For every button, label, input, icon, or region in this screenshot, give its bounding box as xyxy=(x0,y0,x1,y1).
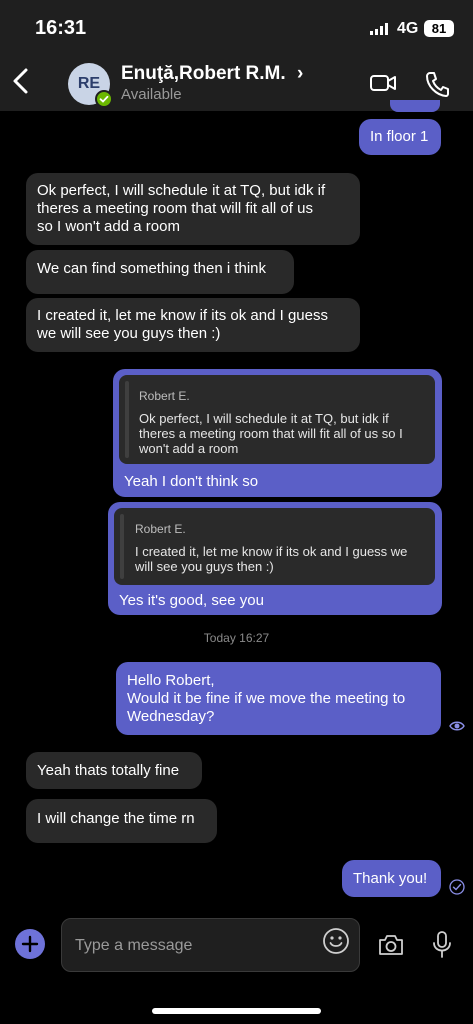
quote-text-line: I created it, let me know if its ok and … xyxy=(135,544,408,559)
status-bar: 16:31 4G 81 xyxy=(0,0,473,56)
delivered-check-icon xyxy=(449,879,465,895)
quoted-message[interactable]: Robert E. Ok perfect, I will schedule it… xyxy=(119,375,435,464)
message-text-line: I created it, let me know if its ok and … xyxy=(37,307,328,324)
emoji-icon[interactable] xyxy=(322,927,350,955)
contact-name-text: Enuţă,Robert R.M. xyxy=(121,63,286,84)
status-time: 16:31 xyxy=(35,17,87,39)
message-text: Yeah thats totally fine xyxy=(37,762,180,779)
quote-author: Robert E. xyxy=(139,389,190,403)
message-incoming[interactable]: I will change the time rn xyxy=(26,799,217,843)
message-text-line: Hello Robert, xyxy=(127,672,215,689)
contact-name[interactable]: Enuţă,Robert R.M. › xyxy=(121,63,303,85)
message-outgoing[interactable]: Thank you! xyxy=(342,860,441,897)
quote-bar xyxy=(120,514,124,579)
message-incoming[interactable]: Ok perfect, I will schedule it at TQ, bu… xyxy=(26,173,360,245)
message-outgoing[interactable]: Hello Robert, Would it be fine if we mov… xyxy=(116,662,441,735)
message-outgoing[interactable]: In floor 1 xyxy=(359,119,441,155)
message-text: We can find something then i think xyxy=(37,260,267,277)
microphone-icon[interactable] xyxy=(431,930,453,960)
message-text: Yeah I don't think so xyxy=(124,473,259,490)
phone-call-icon[interactable] xyxy=(424,70,450,98)
message-bubble-partial xyxy=(390,100,440,112)
quote-text-line: won't add a room xyxy=(139,441,239,456)
message-outgoing-reply[interactable]: Robert E. I created it, let me know if i… xyxy=(108,502,442,615)
quote-text-line: will see you guys then :) xyxy=(135,559,274,574)
quote-author: Robert E. xyxy=(135,522,186,536)
network-type: 4G xyxy=(397,20,419,37)
back-icon[interactable] xyxy=(10,66,32,96)
add-icon xyxy=(21,935,39,953)
add-button[interactable] xyxy=(15,929,45,959)
message-text: In floor 1 xyxy=(370,128,429,145)
message-input[interactable] xyxy=(73,919,317,973)
message-text: Yes it's good, see you xyxy=(119,592,264,609)
message-incoming[interactable]: Yeah thats totally fine xyxy=(26,752,202,789)
home-indicator[interactable] xyxy=(152,1008,321,1014)
presence-status: Available xyxy=(121,86,182,103)
video-call-icon[interactable] xyxy=(369,70,397,96)
message-outgoing-reply[interactable]: Robert E. Ok perfect, I will schedule it… xyxy=(113,369,442,497)
message-field[interactable] xyxy=(61,918,360,973)
quote-text-line: Ok perfect, I will schedule it at TQ, bu… xyxy=(139,411,389,426)
quote-bar xyxy=(125,381,129,458)
message-text-line: we will see you guys then :) xyxy=(37,325,221,342)
message-text-line: Wednesday? xyxy=(127,708,215,725)
message-text: Thank you! xyxy=(353,870,428,887)
battery-level: 81 xyxy=(424,20,454,37)
message-incoming[interactable]: I created it, let me know if its ok and … xyxy=(26,298,360,352)
presence-available-icon xyxy=(95,90,113,108)
seen-icon xyxy=(449,721,465,731)
message-text-line: so I won't add a room xyxy=(37,218,180,235)
camera-icon[interactable] xyxy=(377,932,405,958)
timestamp-divider: Today 16:27 xyxy=(203,631,270,645)
message-text-line: theres a meeting room that will fit all … xyxy=(37,200,313,217)
quote-text-line: theres a meeting room that will fit all … xyxy=(139,426,403,441)
message-text: I will change the time rn xyxy=(37,810,195,827)
message-text-line: Ok perfect, I will schedule it at TQ, bu… xyxy=(37,182,326,199)
message-text-line: Would it be fine if we move the meeting … xyxy=(127,690,406,707)
signal-icon xyxy=(370,23,388,35)
quoted-message[interactable]: Robert E. I created it, let me know if i… xyxy=(114,508,435,585)
chevron-right-icon: › xyxy=(296,63,304,84)
message-incoming[interactable]: We can find something then i think xyxy=(26,250,294,294)
